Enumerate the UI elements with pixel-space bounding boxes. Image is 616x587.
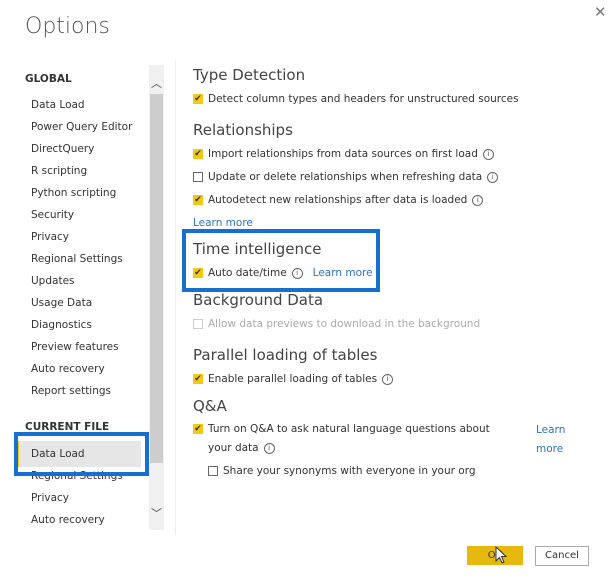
nav-item-current-data-load[interactable]: Data Load [17,441,141,467]
highlight-box-time-intelligence [182,229,380,292]
checkbox-disabled-icon [193,319,203,329]
nav-item-security[interactable]: Security [31,209,74,221]
option-detect-column-types: ✔ Detect column types and headers for un… [193,93,519,105]
option-update-relationships: Update or delete relationships when refr… [193,171,499,183]
option-turn-on-qna-line2: your data i [208,442,275,454]
option-allow-data-previews: Allow data previews to download in the b… [193,318,480,330]
checkbox-checked-icon[interactable]: ✔ [193,424,203,434]
checkbox-unchecked-icon[interactable] [208,466,218,476]
panel-divider [175,60,176,535]
nav-item-r-scripting[interactable]: R scripting [31,165,87,177]
section-title-qna: Q&A [193,397,227,415]
nav-item-current-auto-recovery[interactable]: Auto recovery [31,514,105,526]
option-autodetect-relationships: ✔ Autodetect new relationships after dat… [193,194,484,206]
checkbox-unchecked-icon[interactable] [193,172,203,182]
info-icon[interactable]: i [482,148,494,160]
option-enable-parallel-loading: ✔ Enable parallel loading of tables i [193,373,394,385]
nav-item-report-settings[interactable]: Report settings [31,385,111,397]
nav-header-global: GLOBAL [25,73,72,85]
checkbox-checked-icon[interactable]: ✔ [193,268,203,278]
section-title-background-data: Background Data [193,291,324,309]
close-icon[interactable]: ✕ [594,3,607,21]
nav-item-regional-settings[interactable]: Regional Settings [31,253,123,265]
nav-item-updates[interactable]: Updates [31,275,75,287]
option-share-synonyms: Share your synonyms with everyone in you… [208,465,476,477]
checkbox-checked-icon[interactable]: ✔ [193,195,203,205]
dialog-title: Options [25,14,110,39]
nav-item-directquery[interactable]: DirectQuery [31,143,94,155]
section-title-time-intelligence: Time intelligence [193,240,322,258]
scroll-thumb[interactable] [150,94,163,463]
section-title-type-detection: Type Detection [193,66,306,84]
info-icon[interactable]: i [291,267,303,279]
section-title-relationships: Relationships [193,121,293,139]
option-turn-on-qna: ✔ Turn on Q&A to ask natural language qu… [193,423,490,435]
nav-item-power-query-editor[interactable]: Power Query Editor [31,121,132,133]
checkbox-checked-icon[interactable]: ✔ [193,94,203,104]
qna-learn-more-link[interactable]: Learn [536,424,565,436]
nav-item-current-regional-settings[interactable]: Regional Settings [31,470,123,482]
info-icon[interactable]: i [263,442,275,454]
nav-item-current-privacy[interactable]: Privacy [31,492,69,504]
option-import-relationships: ✔ Import relationships from data sources… [193,148,494,160]
nav-scrollbar[interactable]: ︿ ﹀ [149,65,164,530]
checkbox-checked-icon[interactable]: ✔ [193,374,203,384]
relationships-learn-more-link[interactable]: Learn more [193,217,253,229]
nav-item-diagnostics[interactable]: Diagnostics [31,319,92,331]
nav-header-current-file: CURRENT FILE [25,421,110,433]
nav-item-python-scripting[interactable]: Python scripting [31,187,116,199]
info-icon[interactable]: i [487,171,499,183]
qna-learn-more-link-line2[interactable]: more [536,443,563,455]
cancel-button[interactable]: Cancel [535,546,589,566]
info-icon[interactable]: i [382,373,394,385]
checkbox-checked-icon[interactable]: ✔ [193,149,203,159]
nav-item-auto-recovery[interactable]: Auto recovery [31,363,105,375]
nav-item-data-load[interactable]: Data Load [31,99,85,111]
nav-panel: GLOBAL Data Load Power Query Editor Dire… [0,60,150,530]
mouse-cursor-icon [495,546,508,564]
info-icon[interactable]: i [472,194,484,206]
nav-item-usage-data[interactable]: Usage Data [31,297,92,309]
time-intelligence-learn-more-link[interactable]: Learn more [313,267,373,279]
option-auto-date-time: ✔ Auto date/time i Learn more [193,267,373,279]
scroll-down-icon[interactable]: ﹀ [149,505,164,521]
section-title-parallel-loading: Parallel loading of tables [193,346,378,364]
scroll-up-icon[interactable]: ︿ [149,75,164,91]
nav-item-preview-features[interactable]: Preview features [31,341,119,353]
nav-item-privacy[interactable]: Privacy [31,231,69,243]
